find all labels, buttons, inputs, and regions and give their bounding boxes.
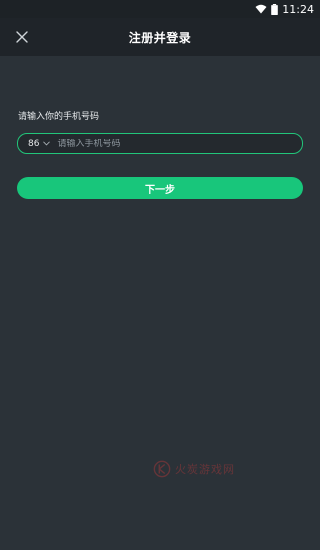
watermark-text: 火炭游戏网 xyxy=(175,463,235,476)
watermark: 火炭游戏网 xyxy=(153,460,235,478)
close-icon[interactable] xyxy=(14,29,30,45)
main-content: 请输入你的手机号码 86 下一步 火炭游戏网 xyxy=(0,56,320,550)
status-time: 11:24 xyxy=(282,2,314,16)
phone-input[interactable] xyxy=(57,138,302,149)
next-button[interactable]: 下一步 xyxy=(17,177,303,199)
country-code-value: 86 xyxy=(28,138,40,149)
country-code-select[interactable]: 86 xyxy=(28,138,51,149)
status-bar: 11:24 xyxy=(0,0,320,18)
watermark-logo-icon xyxy=(153,460,171,478)
battery-icon xyxy=(271,3,279,15)
page-title: 注册并登录 xyxy=(128,30,192,45)
phone-prompt: 请输入你的手机号码 xyxy=(18,112,100,122)
phone-field: 86 xyxy=(17,133,303,154)
chevron-down-icon xyxy=(43,141,51,146)
wifi-icon xyxy=(255,4,267,14)
app-header: 注册并登录 xyxy=(0,18,320,56)
